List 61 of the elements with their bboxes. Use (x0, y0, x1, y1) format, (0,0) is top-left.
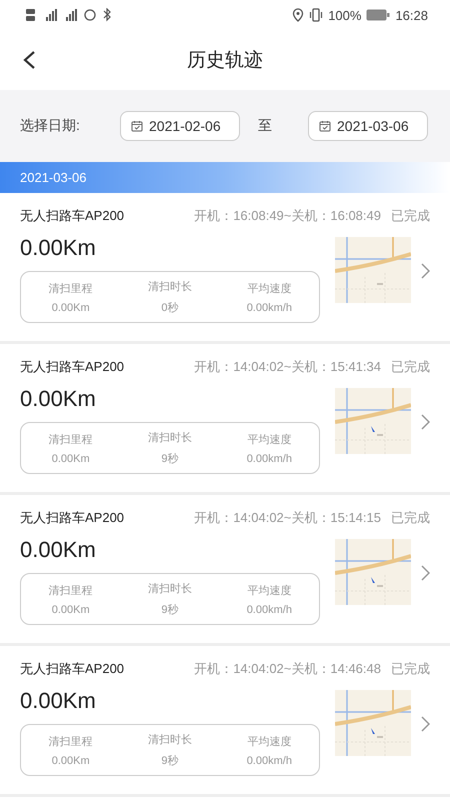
stat-value: 0.00km/h (246, 302, 292, 314)
device-name: 无人扫路车AP200 (20, 509, 126, 527)
stat-label: 平均速度 (247, 432, 292, 446)
stat-value: 9秒 (161, 452, 179, 466)
record-status: 已完成 (391, 509, 430, 527)
stat-value: 0.00Km (52, 452, 90, 464)
time-range: 开机：14:04:02~关机：14:46:48 (194, 660, 381, 678)
device-name: 无人扫路车AP200 (20, 207, 126, 225)
record-status: 已完成 (391, 660, 430, 678)
stat-value: 0.00km/h (246, 452, 292, 464)
page-title: 历史轨迹 (187, 49, 263, 73)
stat-label: 清扫时长 (148, 733, 192, 747)
calendar-icon (319, 120, 331, 132)
distance-value: 0.00Km (20, 537, 97, 563)
start-date-picker[interactable]: 2021-02-06 (120, 111, 240, 141)
history-record[interactable]: 无人扫路车AP200 开机：14:04:02~关机：15:41:34 已完成 0.00Km 清扫里程 0.00Km 清扫时长 9秒 平均速度 0.00km/h (0, 344, 450, 495)
history-record[interactable]: 无人扫路车AP200 开机：16:08:49~关机：16:08:49 已完成 0.00Km 清扫里程 0.00Km 清扫时长 0秒 平均速度 0.00km/h (0, 193, 450, 344)
chevron-right-icon (421, 414, 430, 430)
location-icon (292, 8, 304, 22)
clock-time: 16:28 (395, 8, 428, 22)
stat-value: 0.00Km (52, 754, 90, 766)
back-button[interactable] (22, 50, 36, 70)
stat-label: 清扫里程 (48, 584, 93, 598)
date-separator: 至 (258, 117, 272, 135)
record-status: 已完成 (391, 207, 430, 225)
history-record[interactable]: 无人扫路车AP200 开机：14:04:02~关机：14:46:48 已完成 0.00Km 清扫里程 0.00Km 清扫时长 9秒 平均速度 0.00km/h (0, 646, 450, 797)
stat-label: 清扫时长 (148, 582, 192, 596)
stat-label: 清扫里程 (48, 282, 93, 296)
date-label: 选择日期: (20, 117, 81, 135)
battery-percent: 100% (328, 8, 362, 22)
stat-label: 清扫时长 (148, 280, 192, 294)
stat-value: 0.00km/h (246, 754, 292, 766)
stat-label: 平均速度 (247, 282, 292, 296)
stat-label: 平均速度 (247, 584, 292, 598)
stat-label: 清扫里程 (48, 734, 93, 748)
stat-value: 0.00km/h (246, 604, 292, 616)
chevron-right-icon (421, 565, 430, 581)
chevron-right-icon (421, 263, 430, 279)
end-date-picker[interactable]: 2021-03-06 (308, 111, 428, 141)
battery-icon (366, 9, 390, 21)
vibrate-icon (309, 8, 324, 22)
stat-label: 清扫时长 (148, 431, 192, 445)
distance-value: 0.00Km (20, 235, 97, 261)
stat-value: 9秒 (161, 603, 179, 617)
time-range: 开机：16:08:49~关机：16:08:49 (194, 207, 381, 225)
device-name: 无人扫路车AP200 (20, 358, 126, 376)
stat-value: 9秒 (161, 754, 179, 768)
record-status: 已完成 (391, 358, 430, 376)
stat-value: 0.00Km (52, 604, 90, 616)
stat-value: 0.00Km (52, 302, 90, 314)
distance-value: 0.00Km (20, 386, 97, 412)
stat-value: 0秒 (161, 301, 179, 315)
distance-value: 0.00Km (20, 688, 97, 714)
stat-label: 清扫里程 (48, 432, 93, 446)
time-range: 开机：14:04:02~关机：15:14:15 (194, 509, 381, 527)
calendar-icon (131, 120, 143, 132)
time-range: 开机：14:04:02~关机：15:41:34 (194, 358, 381, 376)
chevron-right-icon (421, 716, 430, 732)
device-name: 无人扫路车AP200 (20, 660, 126, 678)
stat-label: 平均速度 (247, 734, 292, 748)
history-record[interactable]: 无人扫路车AP200 开机：14:04:02~关机：15:14:15 已完成 0.00Km 清扫里程 0.00Km 清扫时长 9秒 平均速度 0.00km/h (0, 495, 450, 646)
